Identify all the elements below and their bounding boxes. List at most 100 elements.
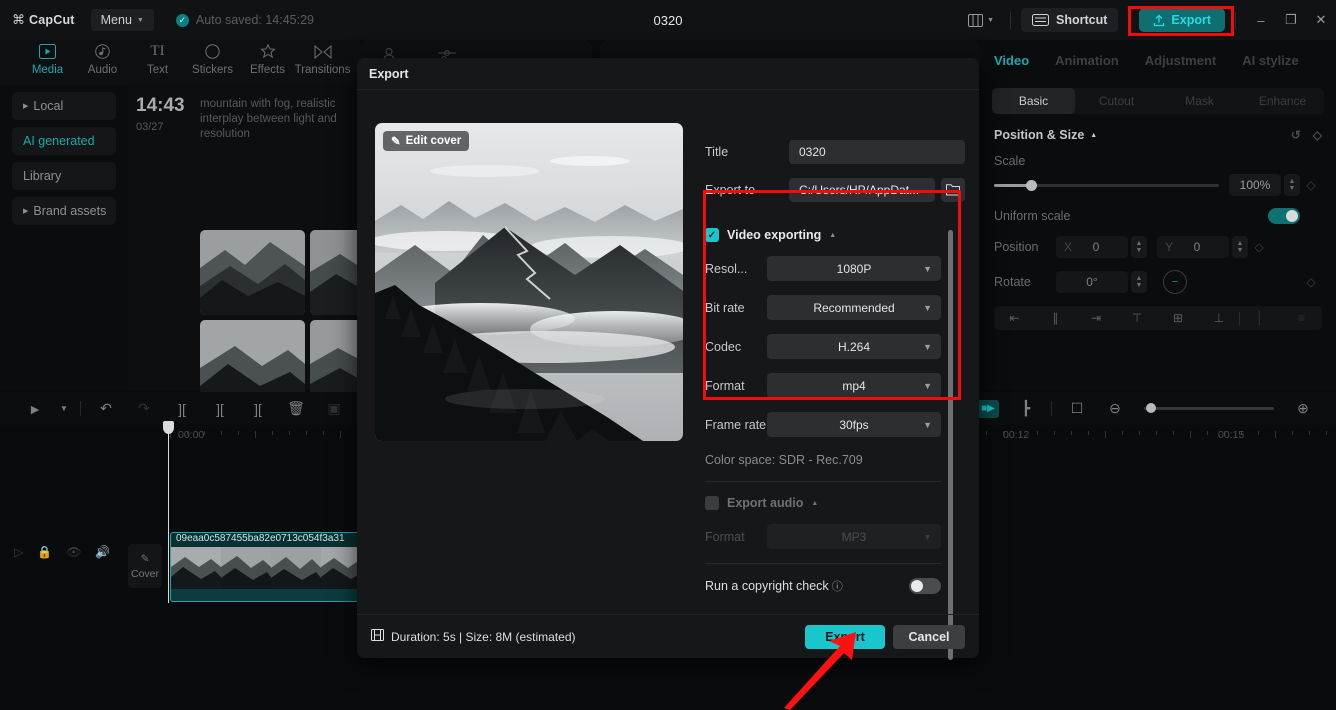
minimize-button[interactable]: –	[1246, 0, 1276, 40]
position-y-stepper[interactable]: ▲ ▼	[1232, 236, 1248, 258]
zoom-slider[interactable]	[1144, 403, 1274, 413]
scale-value[interactable]: 100%	[1229, 174, 1281, 196]
tool-stickers[interactable]: Stickers	[185, 40, 240, 76]
cover-button[interactable]: ✎ Cover	[128, 544, 162, 588]
uniform-scale-toggle[interactable]	[1268, 208, 1300, 224]
export-to-input[interactable]: C:/Users/HP/AppDat...	[789, 178, 935, 202]
sidebar-item-local[interactable]: ▶ Local	[12, 92, 116, 120]
tool-effects[interactable]: Effects	[240, 40, 295, 76]
align-left-icon[interactable]: ⇤	[994, 311, 1035, 325]
sidebar-item-ai-generated[interactable]: AI generated	[12, 127, 116, 155]
scale-keyframe-icon[interactable]: ◇	[1300, 178, 1322, 192]
codec-select[interactable]: H.264 ▼	[767, 334, 941, 359]
tool-text[interactable]: TI Text	[130, 40, 185, 76]
select-tool-icon[interactable]: ►	[16, 401, 54, 417]
split-left-icon[interactable]: ][	[163, 401, 201, 417]
rotate-field[interactable]: 0°	[1056, 271, 1128, 293]
playhead-handle[interactable]	[163, 421, 174, 434]
dialog-export-button[interactable]: Export	[805, 624, 885, 649]
rotate-dial[interactable]: −	[1163, 270, 1187, 294]
export-audio-checkbox[interactable]	[705, 496, 719, 510]
scrollbar-thumb[interactable]	[948, 230, 953, 660]
chevron-down-icon[interactable]: ▼	[54, 404, 74, 413]
zoom-slider-knob[interactable]	[1146, 403, 1156, 413]
menu-label: Menu	[100, 13, 132, 27]
track-mute-icon[interactable]: 🔊	[95, 545, 110, 559]
crop-icon[interactable]: ▣	[315, 400, 353, 417]
close-button[interactable]: ✕	[1306, 0, 1336, 40]
scale-slider-knob[interactable]	[1025, 179, 1037, 191]
align-top-icon[interactable]: ⊤	[1117, 311, 1158, 325]
trim-end-icon[interactable]: ■▶	[977, 399, 999, 418]
reset-icon[interactable]: ↺	[1291, 128, 1301, 142]
position-x-stepper[interactable]: ▲ ▼	[1131, 236, 1147, 258]
settings-scrollbar[interactable]	[948, 230, 953, 660]
bitrate-select[interactable]: Recommended ▼	[767, 295, 941, 320]
tool-transitions[interactable]: Transitions	[295, 40, 350, 76]
subtab-enhance[interactable]: Enhance	[1241, 88, 1324, 114]
redo-icon[interactable]: ↷	[125, 400, 163, 417]
align-middle-vertical-icon[interactable]: ⊞	[1158, 311, 1199, 325]
duration-info: Duration: 5s | Size: 8M (estimated)	[371, 629, 576, 644]
scale-label-row: Scale	[994, 154, 1322, 168]
sidebar-item-library[interactable]: Library	[12, 162, 116, 190]
split-clip-icon[interactable]: ┣	[1007, 400, 1045, 417]
tab-animation[interactable]: Animation	[1055, 53, 1119, 68]
subtab-basic[interactable]: Basic	[992, 88, 1075, 114]
resolution-select[interactable]: 1080P ▼	[767, 256, 941, 281]
shortcut-button[interactable]: Shortcut	[1021, 8, 1119, 32]
info-icon[interactable]: ⓘ	[832, 578, 843, 594]
cover-preview[interactable]: ✎ Edit cover	[375, 123, 683, 441]
align-bottom-icon[interactable]: ⊥	[1198, 311, 1239, 325]
align-center-horizontal-icon[interactable]: ∥	[1035, 311, 1076, 325]
split-right-icon[interactable]: ][	[239, 401, 277, 417]
zoom-in-icon[interactable]: ⊕	[1284, 400, 1322, 417]
tool-media[interactable]: Media	[20, 40, 75, 76]
rotate-stepper[interactable]: ▲ ▼	[1131, 271, 1147, 293]
layout-button[interactable]: ▼	[962, 13, 1000, 27]
video-exporting-checkbox[interactable]: ✓	[705, 228, 719, 242]
dialog-cancel-button[interactable]: Cancel	[893, 624, 965, 649]
browse-folder-icon[interactable]	[941, 178, 965, 202]
scale-stepper[interactable]: ▲ ▼	[1284, 174, 1300, 196]
tab-ai-stylize[interactable]: AI stylize	[1242, 53, 1298, 68]
sidebar-item-brand-assets[interactable]: ▶ Brand assets	[12, 197, 116, 225]
video-exporting-header[interactable]: ✓ Video exporting ▲	[705, 228, 941, 242]
position-size-section-header[interactable]: Position & Size ▲ ↺ ◇	[994, 128, 1322, 142]
split-icon[interactable]: ][	[201, 401, 239, 417]
framerate-select[interactable]: 30fps ▼	[767, 412, 941, 437]
distribute-vertical-icon[interactable]: ≡	[1281, 311, 1322, 325]
undo-icon[interactable]: ↶	[87, 400, 125, 417]
zoom-out-icon[interactable]: ⊖	[1096, 400, 1134, 417]
rotate-row: Rotate 0° ▲ ▼ − ◇	[994, 270, 1322, 294]
export-titlebar-button[interactable]: Export	[1139, 8, 1225, 32]
track-visibility-icon[interactable]: 👁	[66, 545, 81, 559]
tool-audio[interactable]: Audio	[75, 40, 130, 76]
maximize-button[interactable]: ❐	[1276, 0, 1306, 40]
edit-cover-button[interactable]: ✎ Edit cover	[383, 131, 470, 151]
format-select[interactable]: mp4 ▼	[767, 373, 941, 398]
export-audio-header[interactable]: Export audio ▲	[705, 496, 941, 510]
media-thumbnail[interactable]	[200, 230, 305, 315]
menu-button[interactable]: Menu ▼	[90, 9, 154, 31]
copyright-check-toggle[interactable]	[909, 578, 941, 594]
align-right-icon[interactable]: ⇥	[1076, 311, 1117, 325]
position-x-field[interactable]: X 0	[1056, 236, 1128, 258]
rotate-keyframe-icon[interactable]: ◇	[1300, 275, 1322, 289]
distribute-horizontal-icon[interactable]: ⎢	[1240, 311, 1281, 325]
timeline-clip[interactable]: 09eaa0c587455ba82e0713c054f3a31	[170, 532, 370, 602]
sidebar-item-label: Local	[33, 99, 64, 113]
track-thumbnail-toggle-icon[interactable]: ▷	[14, 545, 23, 559]
delete-icon[interactable]: 🗑	[277, 400, 315, 417]
title-input[interactable]: 0320	[789, 140, 965, 164]
tab-adjustment[interactable]: Adjustment	[1145, 53, 1217, 68]
position-keyframe-icon[interactable]: ◇	[1248, 240, 1270, 254]
position-y-field[interactable]: Y 0	[1157, 236, 1229, 258]
keyframe-icon[interactable]: ◇	[1313, 128, 1322, 142]
fit-timeline-icon[interactable]: ☐	[1058, 400, 1096, 417]
subtab-cutout[interactable]: Cutout	[1075, 88, 1158, 114]
subtab-mask[interactable]: Mask	[1158, 88, 1241, 114]
track-lock-icon[interactable]: 🔒	[37, 545, 52, 559]
tab-video[interactable]: Video	[994, 53, 1029, 68]
scale-slider[interactable]	[994, 179, 1219, 191]
